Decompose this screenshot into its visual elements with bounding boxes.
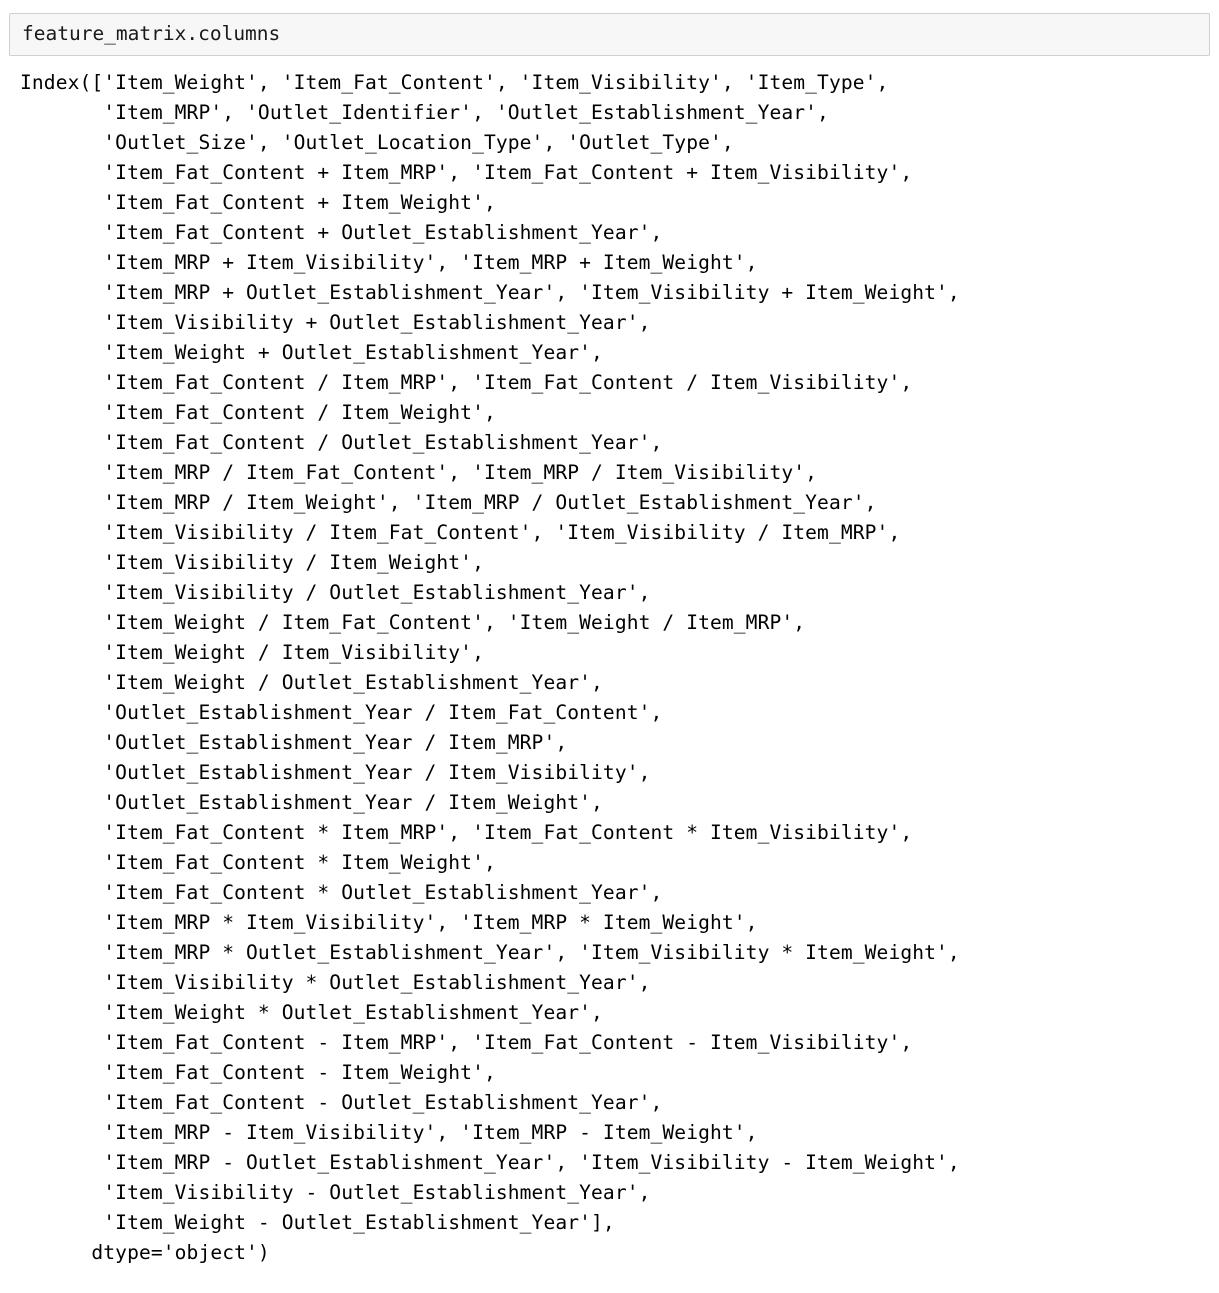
code-input-cell[interactable]: feature_matrix.columns: [9, 13, 1210, 56]
code-input-text[interactable]: feature_matrix.columns: [22, 21, 1197, 47]
cell-output-area: Index(['Item_Weight', 'Item_Fat_Content'…: [0, 68, 1219, 1268]
pandas-index-output-text: Index(['Item_Weight', 'Item_Fat_Content'…: [20, 71, 960, 1264]
notebook-cell-container: feature_matrix.columns Index(['Item_Weig…: [0, 13, 1219, 1268]
